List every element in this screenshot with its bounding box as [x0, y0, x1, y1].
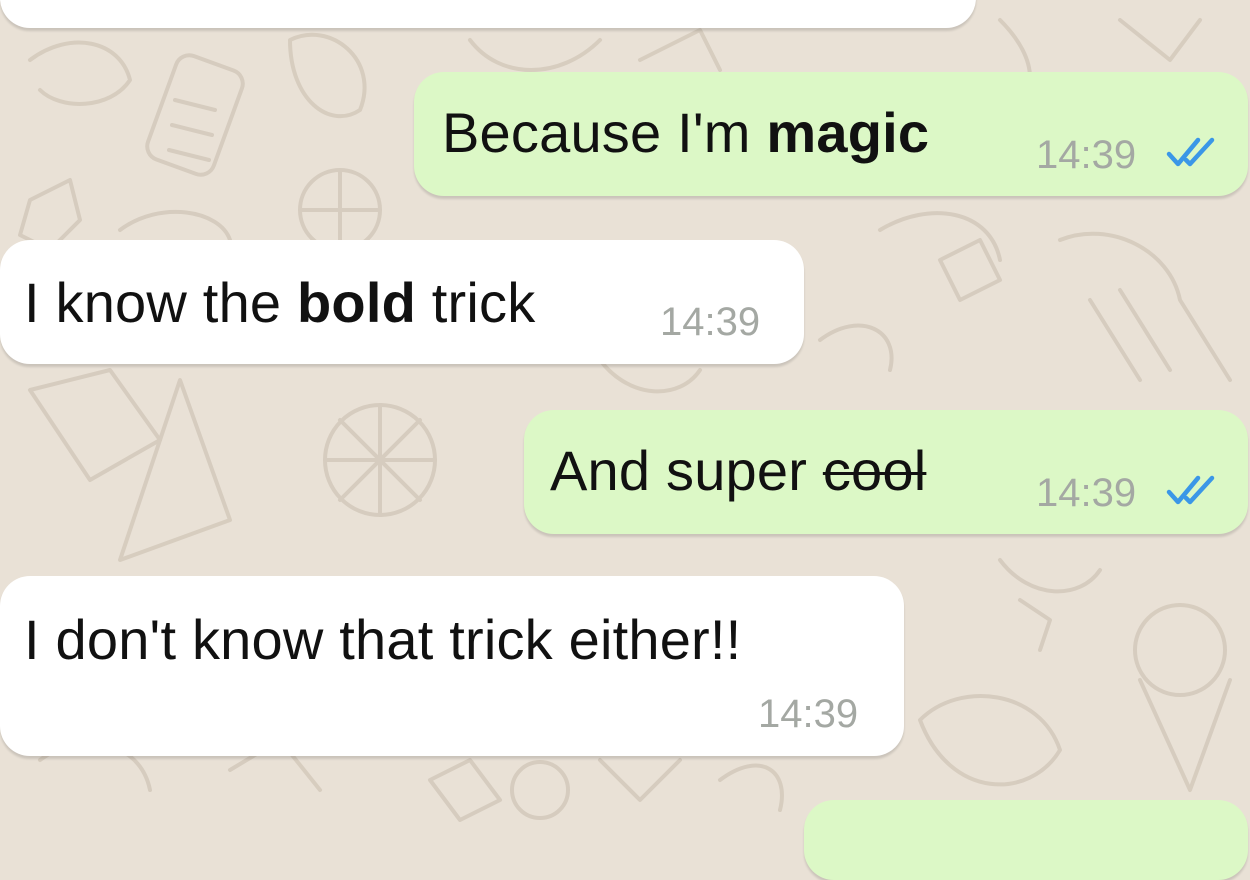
message-text-segment: And super [550, 439, 823, 502]
message-timestamp: 14:39 [1036, 133, 1137, 177]
message-text: Because I'm magic [442, 105, 929, 161]
message-text-segment: trick [416, 271, 536, 334]
double-check-read-icon [1166, 137, 1215, 167]
message-bubble-incoming-partial[interactable] [0, 0, 976, 28]
message-bubble-incoming[interactable]: I know the bold trick 14:39 [0, 240, 804, 364]
message-timestamp: 14:39 [1036, 471, 1137, 515]
message-text-segment: I know the [24, 271, 298, 334]
message-text-bold: magic [766, 101, 930, 164]
message-timestamp: 14:39 [758, 692, 859, 736]
message-timestamp: 14:39 [660, 300, 761, 344]
message-bubble-incoming[interactable]: I don't know that trick either!! 14:39 [0, 576, 904, 756]
message-bubble-outgoing-partial[interactable] [804, 800, 1248, 880]
message-text: And super cool [550, 443, 926, 499]
message-bubble-outgoing[interactable]: And super cool 14:39 [524, 410, 1248, 534]
message-text-bold: bold [297, 271, 416, 334]
message-text: I know the bold trick [24, 275, 535, 331]
message-text-segment: I don't know that trick either!! [24, 608, 742, 671]
message-bubble-outgoing[interactable]: Because I'm magic 14:39 [414, 72, 1248, 196]
double-check-read-icon [1166, 475, 1215, 505]
message-text-strikethrough: cool [822, 439, 927, 502]
message-text: I don't know that trick either!! [24, 612, 741, 668]
message-text-segment: Because I'm [442, 101, 767, 164]
